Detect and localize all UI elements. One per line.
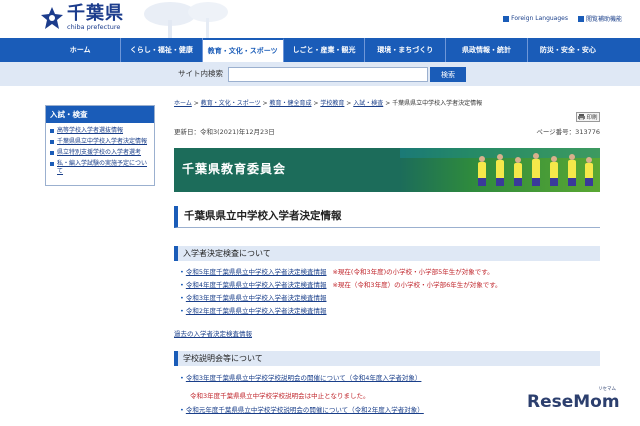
breadcrumb-current: 千葉県県立中学校入学者決定情報 bbox=[392, 100, 483, 107]
search-input[interactable] bbox=[228, 67, 428, 82]
square-icon bbox=[577, 15, 584, 22]
section-heading-briefing: 学校説明会等について bbox=[174, 351, 600, 366]
search-button[interactable]: 検索 bbox=[430, 67, 466, 82]
accessibility-link[interactable]: 閲覧補助機能 bbox=[577, 14, 622, 23]
list-item: • 令和5年度千葉県県立中学校入学者決定検査情報 ※現在(令和3年度)の小学校・小学… bbox=[180, 268, 494, 276]
bullet-icon: • bbox=[180, 268, 184, 276]
global-nav: ホーム くらし・福祉・健康 教育・文化・スポーツ しごと・産業・観光 環境・まち… bbox=[40, 38, 608, 62]
nav-prefecture[interactable]: 県政情報・統計 bbox=[446, 38, 528, 62]
banner: 千葉県教育委員会 bbox=[174, 148, 600, 192]
page-number: ページ番号：313776 bbox=[536, 128, 600, 136]
bullet-icon: • bbox=[180, 374, 184, 382]
nav-safety[interactable]: 防災・安全・安心 bbox=[528, 38, 608, 62]
site-header: 千葉県 chiba prefecture Foreign Languages 閲… bbox=[0, 0, 640, 38]
page-title: 千葉県県立中学校入学者決定情報 bbox=[184, 210, 342, 222]
square-icon bbox=[503, 15, 510, 22]
list-item: • 令和3年度千葉県県立中学校入学者決定検査情報 bbox=[180, 294, 327, 302]
print-button[interactable]: 印刷 bbox=[576, 112, 600, 122]
sidebar-heading[interactable]: 入試・検査 bbox=[46, 106, 154, 123]
chiba-logo-icon bbox=[41, 6, 63, 29]
search-label: サイト内検索 bbox=[178, 69, 223, 78]
briefing-link-list: • 令和3年度千葉県県立中学校学校説明会の開催について（令和4年度入学者対象） bbox=[180, 372, 600, 385]
nav-work[interactable]: しごと・産業・観光 bbox=[284, 38, 366, 62]
list-item: • 令和3年度千葉県県立中学校学校説明会の開催について（令和4年度入学者対象） bbox=[180, 374, 422, 382]
bullet-icon: • bbox=[180, 281, 184, 289]
sidebar-item[interactable]: 県立特別支援学校の入学者選考 bbox=[50, 149, 150, 157]
sidebar-item[interactable]: 千葉県県立中学校入学者決定情報 bbox=[50, 138, 150, 146]
search-bar: サイト内検索 検索 bbox=[0, 62, 640, 86]
bullet-icon bbox=[50, 162, 54, 166]
list-item: • 令和2年度千葉県県立中学校入学者決定検査情報 bbox=[180, 307, 327, 315]
exam-link-list: • 令和5年度千葉県県立中学校入学者決定検査情報 ※現在(令和3年度)の小学校・小学… bbox=[180, 266, 600, 318]
nav-pad-right bbox=[608, 38, 640, 62]
banner-title: 千葉県教育委員会 bbox=[182, 162, 287, 176]
section-heading-exam: 入学者決定検査について bbox=[174, 246, 600, 261]
nav-education[interactable]: 教育・文化・スポーツ bbox=[202, 38, 284, 62]
bullet-icon: • bbox=[180, 406, 184, 414]
students-photo bbox=[400, 148, 600, 192]
list-item: • 令和4年度千葉県県立中学校入学者決定検査情報 ※現在（令和3年度）の小学校・小学… bbox=[180, 281, 502, 289]
tree-decoration bbox=[144, 2, 228, 38]
nav-environment[interactable]: 環境・まちづくり bbox=[365, 38, 447, 62]
sidebar-item[interactable]: 高等学校入学者選抜情報 bbox=[50, 127, 150, 135]
resemom-watermark: ReseMom bbox=[527, 392, 620, 412]
sidebar: 入試・検査 高等学校入学者選抜情報 千葉県県立中学校入学者決定情報 県立特別支援… bbox=[45, 105, 155, 186]
bullet-icon bbox=[50, 151, 54, 155]
bullet-icon bbox=[50, 129, 54, 133]
nav-home[interactable]: ホーム bbox=[40, 38, 122, 62]
bullet-icon: • bbox=[180, 294, 184, 302]
site-logo[interactable]: 千葉県 chiba prefecture bbox=[40, 5, 124, 31]
logo-en: chiba prefecture bbox=[67, 23, 121, 31]
cancel-note: 令和3年度千葉県県立中学校学校説明会は中止となりました。 bbox=[190, 392, 370, 400]
sidebar-item[interactable]: 私・編入学試験の実施予定について bbox=[50, 160, 150, 176]
updated-date: 更新日：令和3(2021)年12月23日 bbox=[174, 128, 275, 136]
bullet-icon bbox=[50, 140, 54, 144]
page-title-block: 千葉県県立中学校入学者決定情報 bbox=[174, 206, 600, 228]
main-content: ホーム > 教育・文化・スポーツ > 教育・健全育成 > 学校教育 > 入試・検… bbox=[174, 98, 600, 414]
printer-icon bbox=[578, 114, 586, 120]
breadcrumb: ホーム > 教育・文化・スポーツ > 教育・健全育成 > 学校教育 > 入試・検… bbox=[174, 100, 483, 107]
nav-pad-left bbox=[0, 38, 40, 62]
nav-life[interactable]: くらし・福祉・健康 bbox=[121, 38, 203, 62]
meta-row: 更新日：令和3(2021)年12月23日 ページ番号：313776 bbox=[174, 126, 600, 136]
bullet-icon: • bbox=[180, 307, 184, 315]
foreign-languages-link[interactable]: Foreign Languages bbox=[503, 14, 568, 23]
logo-jp: 千葉県 bbox=[67, 3, 124, 24]
past-exam-link[interactable]: 過去の入学者決定検査情報 bbox=[174, 328, 252, 338]
